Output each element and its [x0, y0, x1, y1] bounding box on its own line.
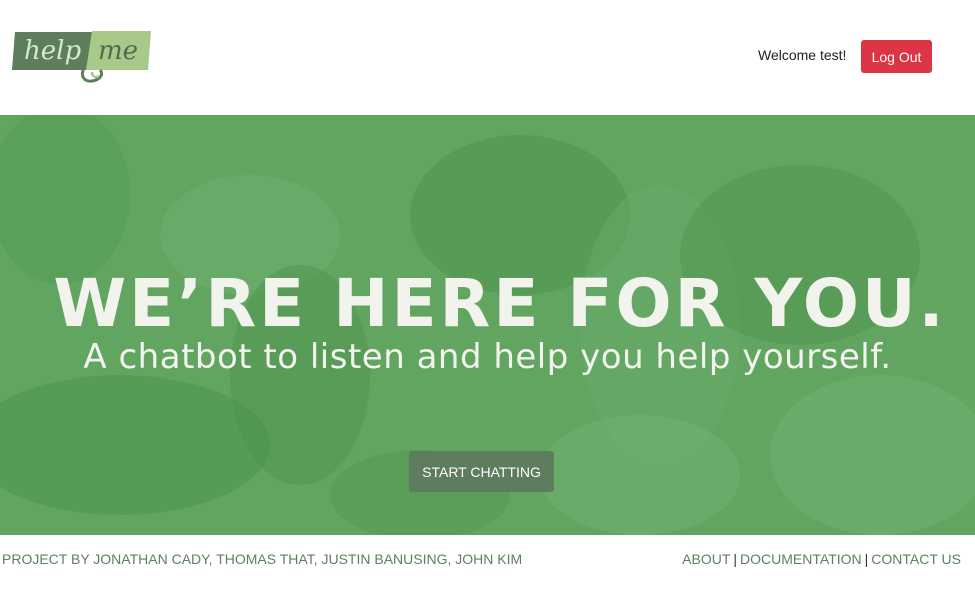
project-credits: PROJECT BY JONATHAN CADY, THOMAS THAT, J…: [2, 551, 523, 567]
footer-separator: |: [864, 551, 869, 567]
hero-banner: WE’RE HERE FOR YOU. A chatbot to listen …: [0, 115, 975, 535]
logout-button[interactable]: Log Out: [861, 40, 932, 73]
page: help me Welcome test! Log Out WE’RE HERE…: [0, 0, 975, 601]
welcome-message: Welcome test!: [758, 47, 847, 63]
logo-tail-inner: [90, 71, 100, 79]
documentation-link[interactable]: DOCUMENTATION: [740, 551, 862, 567]
logo-word-help: help: [24, 36, 81, 66]
about-link[interactable]: ABOUT: [682, 551, 730, 567]
start-chatting-button[interactable]: START CHATTING: [409, 451, 554, 492]
site-header: help me Welcome test! Log Out: [0, 0, 975, 115]
footer-separator: |: [733, 551, 738, 567]
hero-subtitle: A chatbot to listen and help you help yo…: [83, 337, 892, 377]
footer-nav: ABOUT | DOCUMENTATION | CONTACT US: [682, 551, 961, 567]
site-footer: PROJECT BY JONATHAN CADY, THOMAS THAT, J…: [0, 535, 975, 601]
logo-word-me: me: [98, 36, 138, 66]
contact-us-link[interactable]: CONTACT US: [871, 551, 961, 567]
hero-title: WE’RE HERE FOR YOU.: [53, 265, 947, 342]
helpme-logo[interactable]: help me: [12, 28, 152, 84]
